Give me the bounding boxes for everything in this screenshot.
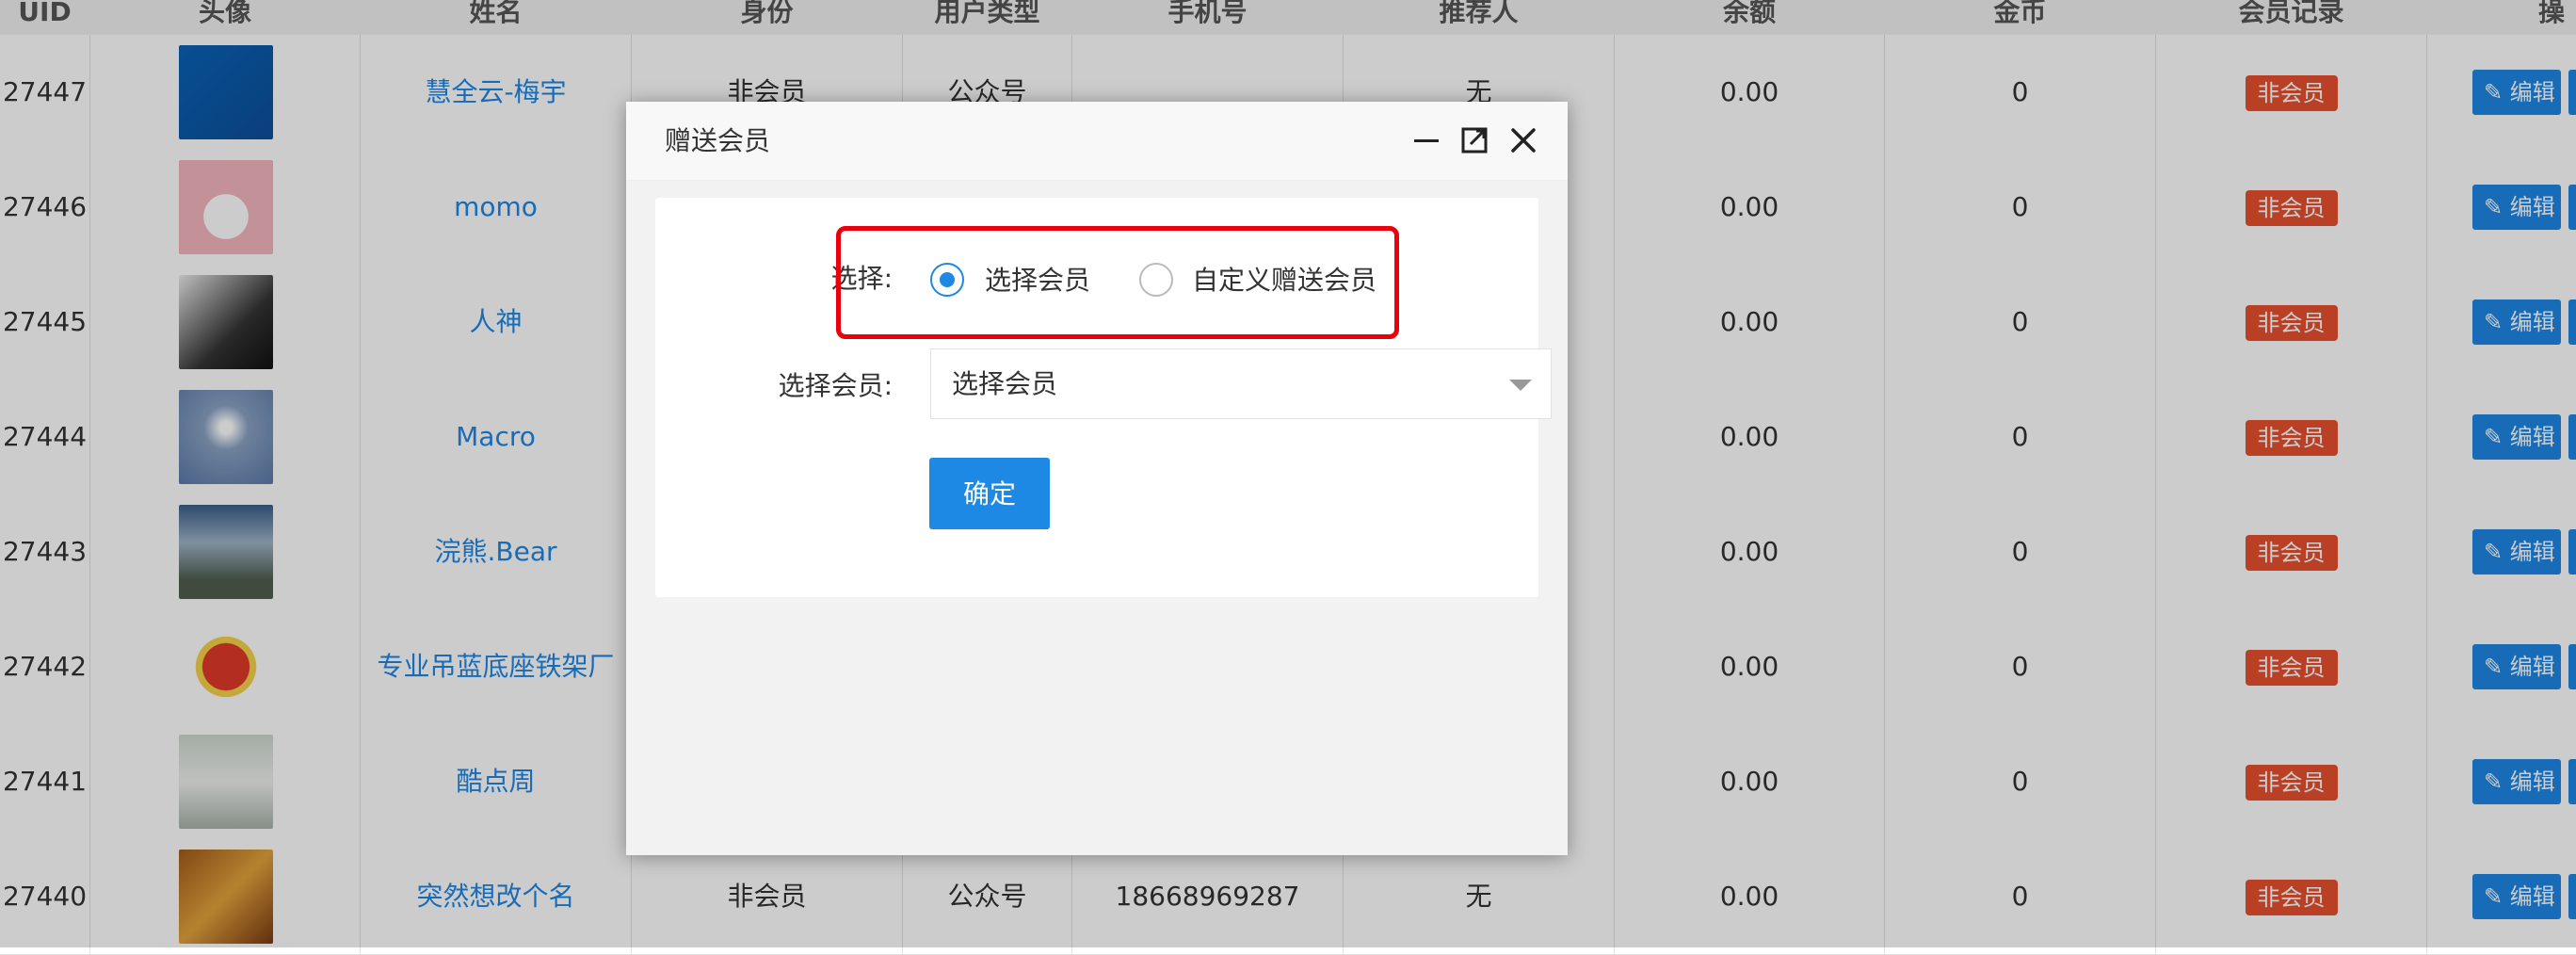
member-select[interactable]: 选择会员 — [930, 348, 1552, 419]
highlight-box — [836, 226, 1399, 339]
dialog-title: 赠送会员 — [665, 125, 771, 156]
minimize-icon[interactable] — [1410, 124, 1442, 156]
confirm-button[interactable]: 确定 — [929, 458, 1050, 529]
close-icon[interactable] — [1507, 124, 1539, 156]
member-select-value: 选择会员 — [952, 368, 1058, 399]
chevron-down-icon — [1509, 380, 1532, 391]
maximize-icon[interactable] — [1458, 124, 1490, 156]
member-select-label: 选择会员: — [778, 370, 893, 401]
dialog-header: 赠送会员 — [626, 102, 1568, 181]
gift-member-dialog: 赠送会员 选择: 选择会员 自定义赠送会员 选择会员: 选择会员 确定 — [626, 102, 1568, 855]
